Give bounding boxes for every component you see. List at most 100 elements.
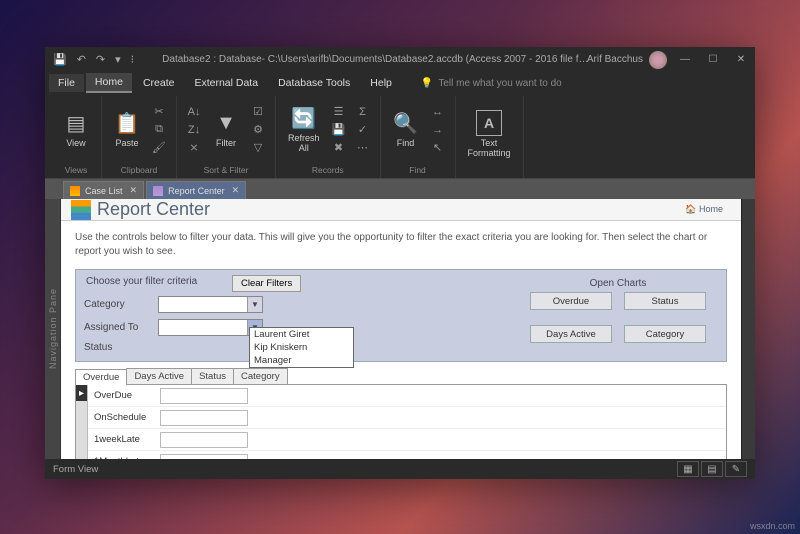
text-a-icon: A: [476, 110, 502, 136]
tab-home[interactable]: Home: [86, 73, 132, 93]
sort-asc-icon[interactable]: A↓: [185, 104, 203, 120]
tab-database-tools[interactable]: Database Tools: [269, 74, 359, 92]
data-tab-days-active[interactable]: Days Active: [126, 368, 192, 384]
home-link[interactable]: 🏠 Home: [685, 204, 723, 215]
group-label-clipboard: Clipboard: [121, 163, 157, 178]
ribbon-group-text-formatting: A Text Formatting: [456, 96, 524, 178]
new-record-icon[interactable]: ☰: [330, 104, 348, 120]
expand-icon[interactable]: ▸: [76, 385, 87, 401]
chart-category-button[interactable]: Category: [624, 325, 706, 343]
dropdown-option[interactable]: Manager: [250, 354, 353, 367]
quick-access-toolbar: 💾 ↶ ↷ ▾ ⁝: [45, 53, 142, 66]
label-assigned-to: Assigned To: [84, 322, 152, 333]
view-switcher: ▦ ▤ ✎: [677, 461, 747, 477]
page-title: Report Center: [97, 199, 210, 220]
qat-more-icon[interactable]: ▾: [115, 53, 121, 66]
qat-sep: ⁝: [131, 53, 135, 66]
save-record-icon[interactable]: 💾: [330, 122, 348, 138]
sort-desc-icon[interactable]: Z↓: [185, 122, 203, 138]
data-tab-category[interactable]: Category: [233, 368, 288, 384]
remove-sort-icon[interactable]: ⨯: [185, 140, 203, 156]
user-area[interactable]: Arif Bacchus: [587, 51, 671, 69]
save-icon[interactable]: 💾: [53, 53, 67, 66]
chart-days-active-button[interactable]: Days Active: [530, 325, 612, 343]
form-view-button[interactable]: ▦: [677, 461, 699, 477]
row-value-input[interactable]: [160, 432, 248, 448]
dropdown-option[interactable]: Laurent Giret: [250, 328, 353, 341]
tell-me-search[interactable]: 💡 Tell me what you want to do: [421, 78, 562, 89]
copy-icon[interactable]: ⧉: [150, 122, 168, 138]
data-tab-overdue[interactable]: Overdue: [75, 369, 127, 385]
paste-button[interactable]: 📋 Paste: [110, 106, 144, 153]
clipboard-icon: 📋: [114, 110, 140, 136]
text-formatting-button[interactable]: A Text Formatting: [464, 106, 515, 163]
toggle-filter-icon[interactable]: ▽: [249, 140, 267, 156]
doc-tab-report-center[interactable]: Report Center ✕: [146, 181, 246, 199]
row-label: OverDue: [88, 390, 160, 401]
tab-file[interactable]: File: [49, 74, 84, 92]
combo-category[interactable]: ▼: [158, 296, 263, 313]
chevron-down-icon[interactable]: ▼: [247, 297, 262, 312]
maximize-button[interactable]: ☐: [699, 47, 727, 72]
datasheet-view-button[interactable]: ▤: [701, 461, 723, 477]
row-label: 1weekLate: [88, 434, 160, 445]
app-window: 💾 ↶ ↷ ▾ ⁝ Database2 : Database- C:\Users…: [45, 47, 755, 479]
table-row: 1weekLate: [88, 429, 726, 451]
chart-status-button[interactable]: Status: [624, 292, 706, 310]
row-value-input[interactable]: [160, 410, 248, 426]
open-charts-title: Open Charts: [518, 278, 718, 289]
chart-overdue-button[interactable]: Overdue: [530, 292, 612, 310]
navigation-pane-collapsed[interactable]: Navigation Pane: [45, 199, 61, 459]
lightbulb-icon: 💡: [421, 78, 433, 89]
close-tab-icon[interactable]: ✕: [130, 185, 138, 196]
redo-icon[interactable]: ↷: [96, 53, 105, 66]
filter-button[interactable]: ▼ Filter: [209, 106, 243, 153]
datasheet: ▸ OverDue OnSchedule 1weekLate: [75, 385, 727, 459]
vertical-scrollbar[interactable]: [741, 199, 755, 459]
table-row: 1MonthLate: [88, 451, 726, 459]
combo-assigned-to[interactable]: ▼: [158, 319, 263, 336]
tab-external-data[interactable]: External Data: [185, 74, 267, 92]
main-area: Navigation Pane Report Center 🏠 Home Use…: [45, 199, 755, 459]
avatar[interactable]: [649, 51, 667, 69]
selection-icon[interactable]: ☑: [249, 104, 267, 120]
cut-icon[interactable]: ✂: [150, 104, 168, 120]
group-label-views: Views: [65, 163, 88, 178]
goto-icon[interactable]: →: [429, 122, 447, 138]
form-icon: [70, 186, 80, 196]
row-value-input[interactable]: [160, 388, 248, 404]
more-records-icon[interactable]: ⋯: [354, 140, 372, 156]
close-tab-icon[interactable]: ✕: [232, 185, 240, 196]
close-button[interactable]: ✕: [727, 47, 755, 72]
chart-icon: [71, 200, 91, 220]
doc-tab-label: Case List: [85, 186, 123, 196]
tab-help[interactable]: Help: [361, 74, 401, 92]
tab-create[interactable]: Create: [134, 74, 184, 92]
layout-view-button[interactable]: ✎: [725, 461, 747, 477]
totals-icon[interactable]: Σ: [354, 104, 372, 120]
doc-tab-case-list[interactable]: Case List ✕: [63, 181, 144, 199]
data-tab-status[interactable]: Status: [191, 368, 234, 384]
status-view-mode: Form View: [53, 464, 98, 475]
label-category: Category: [84, 299, 152, 310]
refresh-all-button[interactable]: 🔄 Refresh All: [284, 101, 324, 158]
ribbon-group-views: ▤ View Views: [51, 96, 102, 178]
find-button[interactable]: 🔍 Find: [389, 106, 423, 153]
advanced-icon[interactable]: ⚙: [249, 122, 267, 138]
menu-bar: File Home Create External Data Database …: [45, 72, 755, 94]
replace-icon[interactable]: ↔: [429, 104, 447, 120]
view-button[interactable]: ▤ View: [59, 106, 93, 153]
row-value-input[interactable]: [160, 454, 248, 460]
filter-panel: Choose your filter criteria Clear Filter…: [75, 269, 727, 362]
dropdown-option[interactable]: Kip Kniskern: [250, 341, 353, 354]
minimize-button[interactable]: —: [671, 47, 699, 72]
clear-filters-button[interactable]: Clear Filters: [232, 275, 301, 292]
select-icon[interactable]: ↖: [429, 140, 447, 156]
format-painter-icon[interactable]: 🖌: [150, 140, 168, 156]
undo-icon[interactable]: ↶: [77, 53, 86, 66]
delete-record-icon[interactable]: ✖: [330, 140, 348, 156]
group-label-sortfilter: Sort & Filter: [204, 163, 249, 178]
chart-buttons: Overdue Status Days Active Category: [518, 292, 718, 353]
filter-title: Choose your filter criteria: [84, 274, 232, 292]
spelling-icon[interactable]: ✓: [354, 122, 372, 138]
